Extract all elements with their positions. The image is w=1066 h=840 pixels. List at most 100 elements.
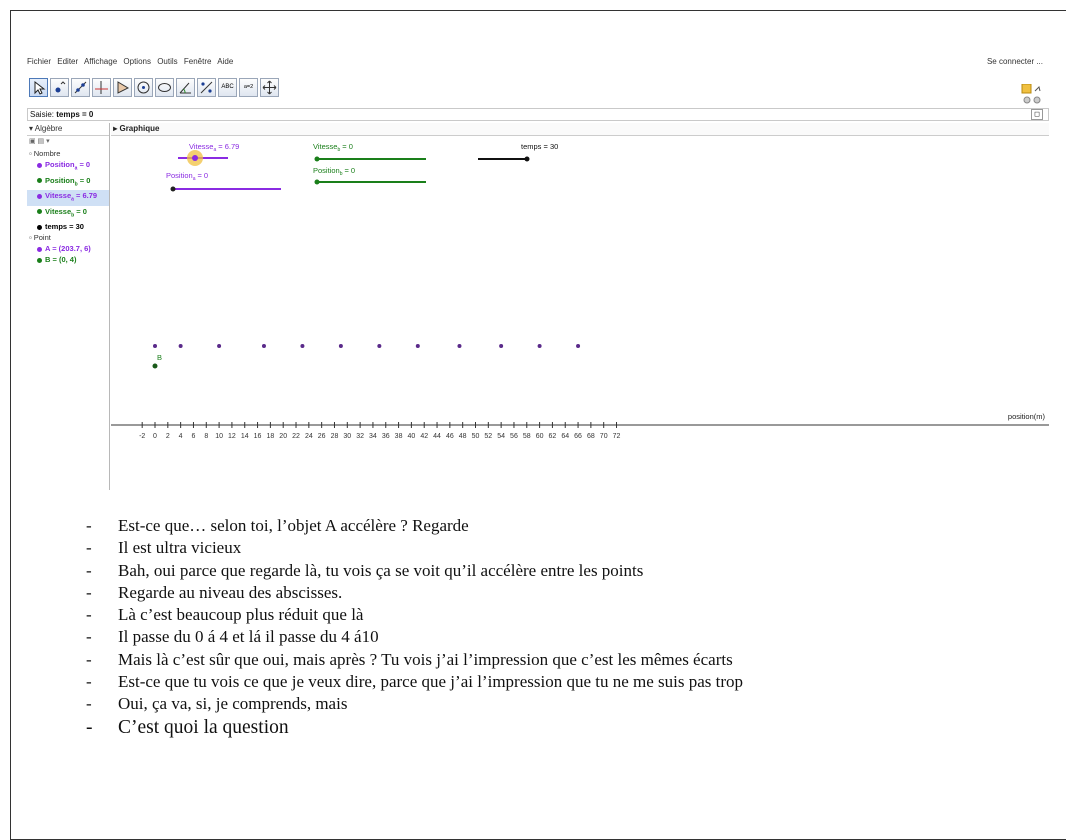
move-arrows-icon — [262, 80, 277, 95]
svg-text:Positionb= 0: Positionb = 0 — [313, 166, 355, 177]
x-tick-label: 48 — [459, 433, 467, 440]
graphics-canvas[interactable]: Vitessea = 6.79 Positiona = 0 Vitesseb = 0 … — [111, 135, 1049, 490]
slider-vitesse-b[interactable]: Vitesseb = 0 — [313, 142, 426, 162]
group-nombre[interactable]: ▫ Nombre — [27, 148, 109, 159]
menu-edit[interactable]: Editer — [57, 57, 78, 66]
menu-options[interactable]: Options — [123, 57, 151, 66]
graphics-view[interactable]: ▸ Graphique Vitessea = 6.79 Positiona = 0 … — [111, 123, 1049, 490]
transcript-line: - Là c’est beaucoup plus réduit que là — [86, 605, 364, 625]
algebra-toolbar[interactable]: ▣ ▤ ▾ — [27, 136, 109, 148]
trace-point — [338, 344, 343, 348]
undo-redo-icon[interactable] — [1021, 83, 1045, 108]
connect-link[interactable]: Se connecter ... — [987, 56, 1043, 68]
input-bar-value[interactable]: temps = 0 — [56, 110, 93, 119]
algebra-item-vitesse-a[interactable]: Vitessea = 6.79 — [27, 190, 109, 206]
cursor-icon — [34, 80, 46, 95]
polygon-tool-button[interactable] — [113, 78, 132, 97]
trace-point — [415, 344, 420, 348]
algebra-item-point-a[interactable]: A = (203.7, 6) — [27, 243, 109, 254]
x-tick-label: 10 — [215, 433, 223, 440]
move-tool-button[interactable] — [29, 78, 48, 97]
point-b[interactable] — [152, 363, 158, 369]
text-tool-button[interactable]: ABC — [218, 78, 237, 97]
transcript-line: - Il passe du 0 á 4 et lá il passe du 4 á… — [86, 627, 379, 647]
slider-vitesse-a[interactable]: Vitessea = 6.79 — [178, 142, 239, 166]
x-tick-label: 38 — [395, 433, 403, 440]
x-axis-label: position(m) — [1008, 412, 1046, 421]
transcript-line: - Il est ultra vicieux — [86, 538, 242, 558]
x-tick-label: 34 — [369, 433, 377, 440]
ellipse-icon — [158, 83, 171, 92]
x-tick-label: 20 — [279, 433, 287, 440]
group-point[interactable]: ▫ Point — [27, 232, 109, 243]
trace-point — [576, 344, 581, 348]
x-tick-label: 66 — [574, 433, 582, 440]
x-tick-label: 46 — [446, 433, 454, 440]
x-tick-label: 18 — [266, 433, 274, 440]
x-tick-label: 24 — [305, 433, 313, 440]
x-tick-label: 56 — [510, 433, 518, 440]
conic-tool-button[interactable] — [155, 78, 174, 97]
x-tick-label: -2 — [139, 433, 145, 440]
algebra-item-position-b[interactable]: Positionb = 0 — [27, 175, 109, 191]
line-tool-button[interactable] — [71, 78, 90, 97]
point-b-label: B — [157, 353, 162, 362]
slider-position-b[interactable]: Positionb = 0 — [313, 166, 426, 185]
input-help-button[interactable]: ◻ — [1031, 109, 1043, 120]
x-tick-label: 58 — [523, 433, 531, 440]
reflect-icon — [200, 81, 213, 94]
svg-text:Positiona= 0: Positiona = 0 — [166, 171, 208, 182]
svg-text:Vitesseb= 0: Vitesseb = 0 — [313, 142, 353, 153]
menu-help[interactable]: Aide — [217, 57, 233, 66]
x-tick-label: 52 — [484, 433, 492, 440]
menu-bar: Fichier Editer Affichage Options Outils … — [27, 56, 1049, 68]
x-tick-label: 16 — [254, 433, 262, 440]
trace-point — [457, 344, 462, 348]
circle-icon — [137, 81, 150, 94]
menu-view[interactable]: Affichage — [84, 57, 117, 66]
x-tick-label: 64 — [561, 433, 569, 440]
x-tick-label: 50 — [472, 433, 480, 440]
x-tick-label: 44 — [433, 433, 441, 440]
circle-tool-button[interactable] — [134, 78, 153, 97]
slider-temps[interactable]: temps = 30 — [478, 142, 558, 162]
algebra-item-temps[interactable]: temps = 30 — [27, 221, 109, 232]
trace-point — [499, 344, 504, 348]
algebra-item-vitesse-b[interactable]: Vitesseb = 0 — [27, 206, 109, 222]
trace-point — [178, 344, 183, 348]
x-tick-label: 0 — [153, 433, 157, 440]
transcript-line: - C’est quoi la question — [86, 716, 289, 738]
perpendicular-tool-button[interactable] — [92, 78, 111, 97]
algebra-item-position-a[interactable]: Positiona = 0 — [27, 159, 109, 175]
svg-text:temps = 30: temps = 30 — [521, 142, 558, 151]
reflect-tool-button[interactable] — [197, 78, 216, 97]
x-tick-label: 6 — [192, 433, 196, 440]
x-tick-label: 70 — [600, 433, 608, 440]
algebra-header[interactable]: ▾ Algèbre — [27, 123, 109, 136]
algebra-item-point-b[interactable]: B = (0, 4) — [27, 254, 109, 265]
input-bar[interactable]: Saisie: temps = 0 — [27, 108, 1049, 121]
angle-icon — [179, 82, 191, 94]
menu-tools[interactable]: Outils — [157, 57, 177, 66]
slider-tool-button[interactable]: a=2 — [239, 78, 258, 97]
x-tick-label: 42 — [420, 433, 428, 440]
x-tick-label: 36 — [382, 433, 390, 440]
toolbar: ABC a=2 — [27, 68, 1049, 104]
x-tick-label: 32 — [356, 433, 364, 440]
polygon-icon — [117, 81, 130, 94]
x-tick-label: 8 — [204, 433, 208, 440]
transcript-line: - Est-ce que… selon toi, l’objet A accélè… — [86, 516, 469, 535]
point-tool-button[interactable] — [50, 78, 69, 97]
transcript-line: - Est-ce que tu vois ce que je veux dire,… — [86, 672, 744, 692]
slider-position-a[interactable]: Positiona = 0 — [166, 171, 281, 192]
x-tick-label: 12 — [228, 433, 236, 440]
menu-file[interactable]: Fichier — [27, 57, 51, 66]
algebra-panel: ▾ Algèbre ▣ ▤ ▾ ▫ Nombre Positiona = 0 P… — [27, 123, 110, 490]
angle-tool-button[interactable] — [176, 78, 195, 97]
menu-window[interactable]: Fenêtre — [184, 57, 212, 66]
input-bar-label: Saisie: — [30, 110, 55, 119]
x-tick-label: 40 — [408, 433, 416, 440]
move-view-tool-button[interactable] — [260, 78, 279, 97]
point-icon — [55, 81, 66, 93]
line-icon — [74, 81, 87, 94]
